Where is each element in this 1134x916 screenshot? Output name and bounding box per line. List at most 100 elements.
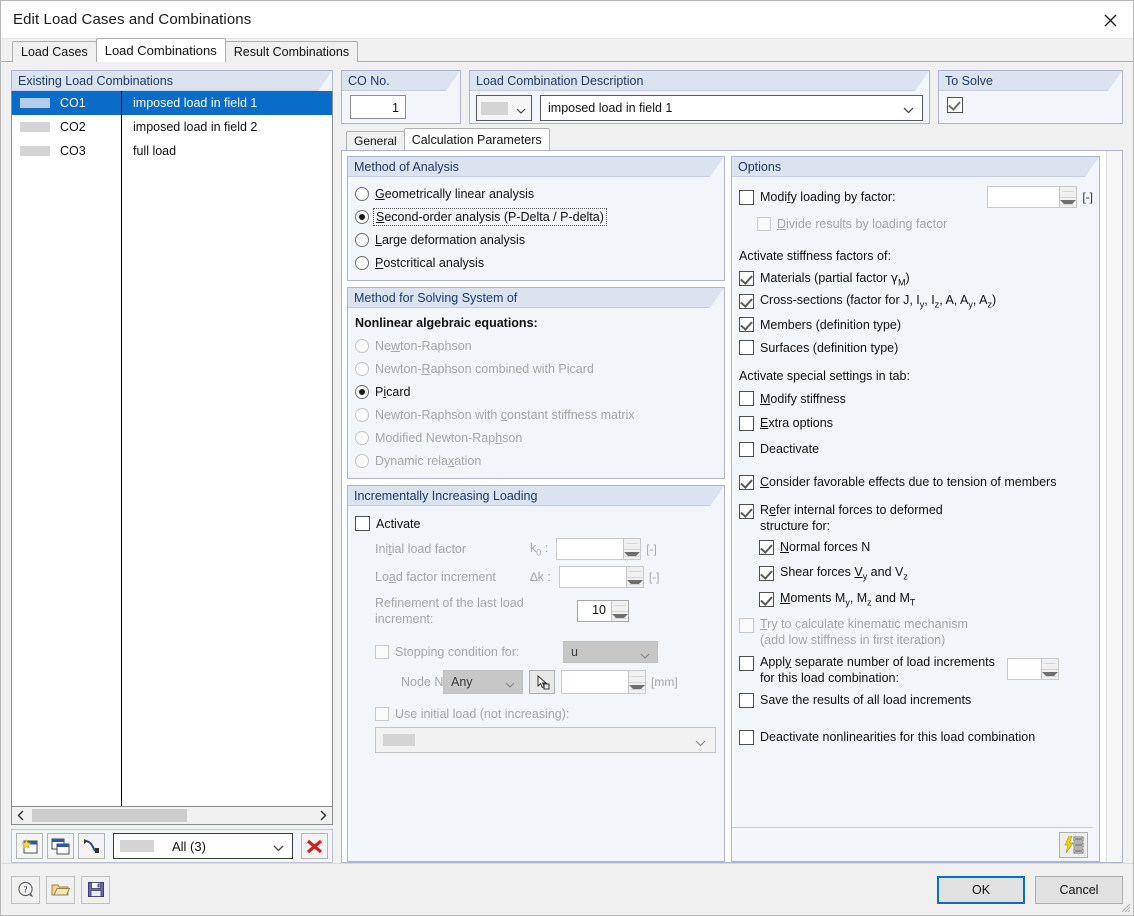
materials-checkbox[interactable] bbox=[739, 271, 754, 286]
deactivate-row[interactable]: Deactivate bbox=[732, 436, 1093, 462]
to-solve-checkbox[interactable] bbox=[947, 97, 963, 113]
spin-down-icon[interactable] bbox=[629, 683, 645, 694]
chevron-right-icon[interactable] bbox=[315, 808, 332, 824]
spin-up-icon[interactable] bbox=[626, 567, 643, 578]
extra-options-checkbox[interactable] bbox=[739, 415, 754, 431]
pick-node-icon[interactable] bbox=[529, 670, 555, 694]
deactivate-nonlinearities-row[interactable]: Deactivate nonlinearities for this load … bbox=[732, 722, 1093, 752]
list-horizontal-scrollbar[interactable] bbox=[11, 807, 333, 825]
refinement-input[interactable]: 10 bbox=[577, 600, 629, 622]
radio-geometrically-linear[interactable]: Geometrically linear analysis bbox=[348, 182, 724, 205]
spinner-buttons[interactable] bbox=[623, 539, 641, 560]
table-row[interactable]: CO2 imposed load in field 2 bbox=[12, 115, 332, 139]
spin-down-icon[interactable] bbox=[1060, 198, 1077, 208]
node-displacement-input[interactable] bbox=[561, 670, 646, 694]
spinner-buttons[interactable] bbox=[625, 567, 643, 588]
radio-newton-raphson[interactable]: Newton-Raphson bbox=[348, 334, 724, 357]
radio-picard[interactable]: Picard bbox=[348, 380, 724, 403]
radio-modified-newton-raphson[interactable]: Modified Newton-Raphson bbox=[348, 426, 724, 449]
moments-row[interactable]: Moments My, Mz and MT bbox=[732, 586, 1093, 612]
table-row[interactable]: CO1 imposed load in field 1 bbox=[12, 91, 332, 115]
spin-down-icon[interactable] bbox=[612, 612, 628, 622]
chevron-down-icon[interactable] bbox=[695, 736, 706, 750]
stopping-condition-select[interactable]: u bbox=[563, 641, 658, 663]
open-folder-icon[interactable] bbox=[46, 875, 75, 904]
deactivate-checkbox[interactable] bbox=[739, 441, 754, 457]
node-no-select[interactable]: Any bbox=[443, 670, 523, 694]
modify-stiffness-row[interactable]: Modify stiffness bbox=[732, 387, 1093, 410]
initial-load-select[interactable] bbox=[375, 727, 716, 753]
radio-second-order[interactable]: Second-order analysis (P-Delta / P-delta… bbox=[348, 205, 724, 228]
spin-up-icon[interactable] bbox=[624, 539, 641, 550]
chevron-left-icon[interactable] bbox=[12, 808, 29, 824]
spin-down-icon[interactable] bbox=[626, 578, 643, 588]
spinner-buttons[interactable] bbox=[1040, 659, 1058, 680]
renumber-icon[interactable] bbox=[78, 833, 105, 859]
tab-general[interactable]: General bbox=[346, 131, 405, 150]
spin-up-icon[interactable] bbox=[612, 601, 628, 612]
surfaces-checkbox[interactable] bbox=[739, 340, 754, 355]
description-input[interactable]: imposed load in field 1 bbox=[540, 95, 923, 121]
kinematic-mechanism-checkbox[interactable] bbox=[739, 618, 754, 633]
save-results-checkbox[interactable] bbox=[739, 692, 754, 708]
stiffness-materials-row[interactable]: Materials (partial factor γM) bbox=[732, 267, 1093, 290]
modify-stiffness-checkbox[interactable] bbox=[739, 391, 754, 406]
apply-separate-row[interactable]: Apply separate number of load increments… bbox=[732, 654, 1093, 686]
apply-separate-checkbox[interactable] bbox=[739, 656, 754, 671]
scrollbar-thumb[interactable] bbox=[32, 809, 187, 822]
delete-red-x-icon[interactable] bbox=[301, 833, 328, 859]
moments-checkbox[interactable] bbox=[759, 591, 774, 607]
cancel-button[interactable]: Cancel bbox=[1035, 875, 1123, 904]
shear-forces-row[interactable]: Shear forces Vy and Vz bbox=[732, 560, 1093, 586]
help-icon[interactable]: ? bbox=[11, 875, 40, 904]
tab-load-combinations[interactable]: Load Combinations bbox=[95, 38, 226, 62]
spin-down-icon[interactable] bbox=[624, 550, 641, 560]
normal-forces-row[interactable]: Normal forces N bbox=[732, 534, 1093, 560]
stiffness-members-row[interactable]: Members (definition type) bbox=[732, 313, 1093, 336]
chevron-down-icon[interactable] bbox=[273, 841, 284, 855]
stopping-condition-checkbox[interactable] bbox=[375, 645, 389, 659]
members-checkbox[interactable] bbox=[739, 317, 754, 332]
radio-dynamic-relaxation[interactable]: Dynamic relaxation bbox=[348, 449, 724, 472]
tab-calculation-parameters[interactable]: Calculation Parameters bbox=[403, 128, 550, 150]
favorable-effects-checkbox[interactable] bbox=[739, 474, 754, 490]
save-disk-icon[interactable] bbox=[81, 875, 110, 904]
ok-button[interactable]: OK bbox=[937, 875, 1025, 904]
stiffness-surfaces-row[interactable]: Surfaces (definition type) bbox=[732, 336, 1093, 359]
modify-loading-checkbox[interactable] bbox=[739, 189, 754, 205]
spin-down-icon[interactable] bbox=[1041, 670, 1058, 680]
filter-combo[interactable]: All (3) bbox=[113, 833, 293, 859]
co-number-input[interactable]: 1 bbox=[350, 95, 406, 119]
tab-result-combinations[interactable]: Result Combinations bbox=[224, 41, 359, 62]
load-factor-increment-input[interactable] bbox=[558, 566, 644, 588]
close-icon[interactable] bbox=[1087, 1, 1133, 39]
deactivate-nonlinearities-checkbox[interactable] bbox=[739, 729, 754, 745]
chevron-down-icon[interactable] bbox=[516, 103, 526, 117]
initial-load-factor-input[interactable] bbox=[556, 538, 642, 560]
pane-vertical-scrollbar[interactable] bbox=[1106, 151, 1122, 862]
cross-sections-checkbox[interactable] bbox=[739, 294, 754, 309]
radio-newton-raphson-constant[interactable]: Newton-Raphson with constant stiffness m… bbox=[348, 403, 724, 426]
spinner-buttons[interactable] bbox=[611, 601, 628, 621]
spin-up-icon[interactable] bbox=[629, 671, 645, 683]
new-combination-icon[interactable] bbox=[16, 833, 43, 859]
spinner-buttons[interactable] bbox=[628, 671, 645, 693]
radio-newton-raphson-picard[interactable]: Newton-Raphson combined with Picard bbox=[348, 357, 724, 380]
extra-options-row[interactable]: Extra options bbox=[732, 410, 1093, 436]
chevron-down-icon[interactable] bbox=[640, 648, 650, 662]
chevron-down-icon[interactable] bbox=[903, 103, 914, 117]
copy-combination-icon[interactable] bbox=[47, 833, 74, 859]
use-initial-load-checkbox[interactable] bbox=[375, 707, 389, 721]
calculation-settings-lightning-icon[interactable] bbox=[1059, 831, 1088, 858]
normal-forces-checkbox[interactable] bbox=[759, 539, 774, 555]
modify-loading-input[interactable] bbox=[987, 186, 1078, 208]
activate-checkbox[interactable] bbox=[355, 516, 370, 531]
color-select[interactable] bbox=[476, 95, 532, 121]
tab-load-cases[interactable]: Load Cases bbox=[12, 41, 97, 62]
divide-results-checkbox[interactable] bbox=[757, 217, 771, 231]
spin-up-icon[interactable] bbox=[1041, 659, 1058, 670]
combinations-list[interactable]: CO1 imposed load in field 1 CO2 imposed … bbox=[11, 91, 333, 807]
table-row[interactable]: CO3 full load bbox=[12, 139, 332, 163]
refer-forces-checkbox[interactable] bbox=[739, 504, 754, 519]
stiffness-cross-sections-row[interactable]: Cross-sections (factor for J, Iy, Iz, A,… bbox=[732, 290, 1093, 313]
